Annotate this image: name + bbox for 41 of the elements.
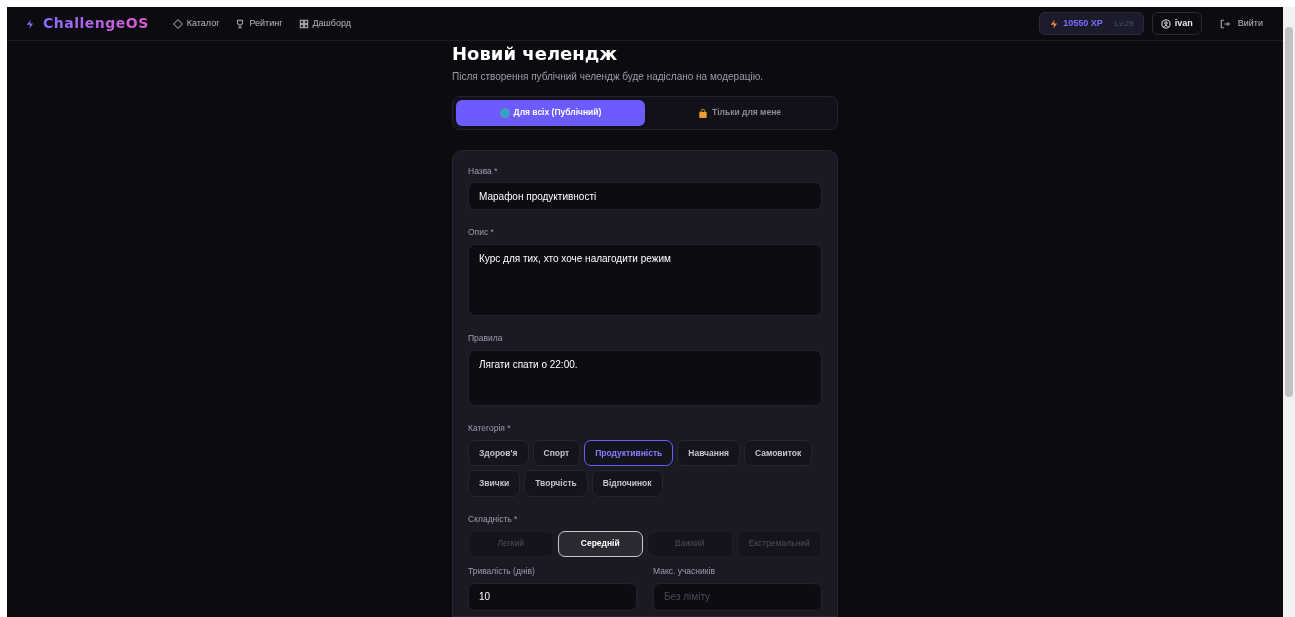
category-chip[interactable]: Звички bbox=[468, 470, 521, 498]
globe-icon bbox=[499, 107, 510, 118]
bolt-icon bbox=[25, 18, 35, 29]
nav-link[interactable]: Каталог bbox=[172, 16, 220, 31]
input-field[interactable]: Марафон продуктивності bbox=[468, 182, 822, 211]
field-label: Категорія * bbox=[468, 421, 512, 435]
textarea-field[interactable]: Курс для тих, хто хоче налагодити режим bbox=[468, 244, 822, 317]
bolt-icon bbox=[1049, 18, 1060, 29]
input-field[interactable]: Без ліміту bbox=[653, 582, 822, 611]
nav-link[interactable]: Рейтинг bbox=[235, 16, 283, 31]
category-chip[interactable]: Творчість bbox=[524, 470, 588, 498]
page-title: Новий челендж bbox=[452, 43, 619, 65]
category-chip[interactable]: Здоров'я bbox=[468, 439, 529, 467]
textarea-field[interactable]: Лягати спати о 22:00. bbox=[468, 349, 822, 406]
category-chip[interactable]: Спорт bbox=[532, 439, 581, 467]
field-label: Опис * bbox=[468, 226, 495, 240]
diamond-icon bbox=[172, 18, 183, 29]
category-chip[interactable]: Самовиток bbox=[744, 439, 813, 467]
page-subtitle: Після створення публічний челендж буде надіслано на модерацію. bbox=[452, 69, 764, 84]
user-icon bbox=[1160, 18, 1171, 29]
category-chip[interactable]: Відпочинок bbox=[591, 470, 663, 498]
nav-link[interactable]: Дашборд bbox=[298, 16, 352, 31]
difficulty-option[interactable]: Середній bbox=[557, 530, 643, 557]
trophy-icon bbox=[235, 18, 246, 29]
xp-value: 10550 XP bbox=[1063, 16, 1103, 30]
input-field[interactable]: 10 bbox=[468, 582, 637, 611]
logout-icon bbox=[1219, 18, 1230, 29]
field-label: Складність * bbox=[468, 513, 519, 526]
field-label: Тривалість (днів) bbox=[468, 564, 536, 578]
scrollbar[interactable] bbox=[1283, 7, 1295, 617]
category-chip[interactable]: Навчання bbox=[677, 439, 740, 467]
user-button[interactable]: ivan bbox=[1151, 11, 1202, 36]
category-chip[interactable]: Продуктивність bbox=[584, 439, 674, 467]
visibility-tab[interactable]: Тільки для мене bbox=[645, 99, 834, 126]
grid-icon bbox=[298, 18, 309, 29]
field-label: Макс. учасників bbox=[653, 564, 716, 578]
visibility-tab[interactable]: Для всіх (Публічний) bbox=[456, 99, 645, 126]
logout-button[interactable]: Вийти bbox=[1213, 15, 1269, 32]
lock-icon bbox=[698, 107, 708, 118]
field-label: Назва * bbox=[468, 164, 499, 178]
field-label: Правила bbox=[468, 332, 504, 345]
